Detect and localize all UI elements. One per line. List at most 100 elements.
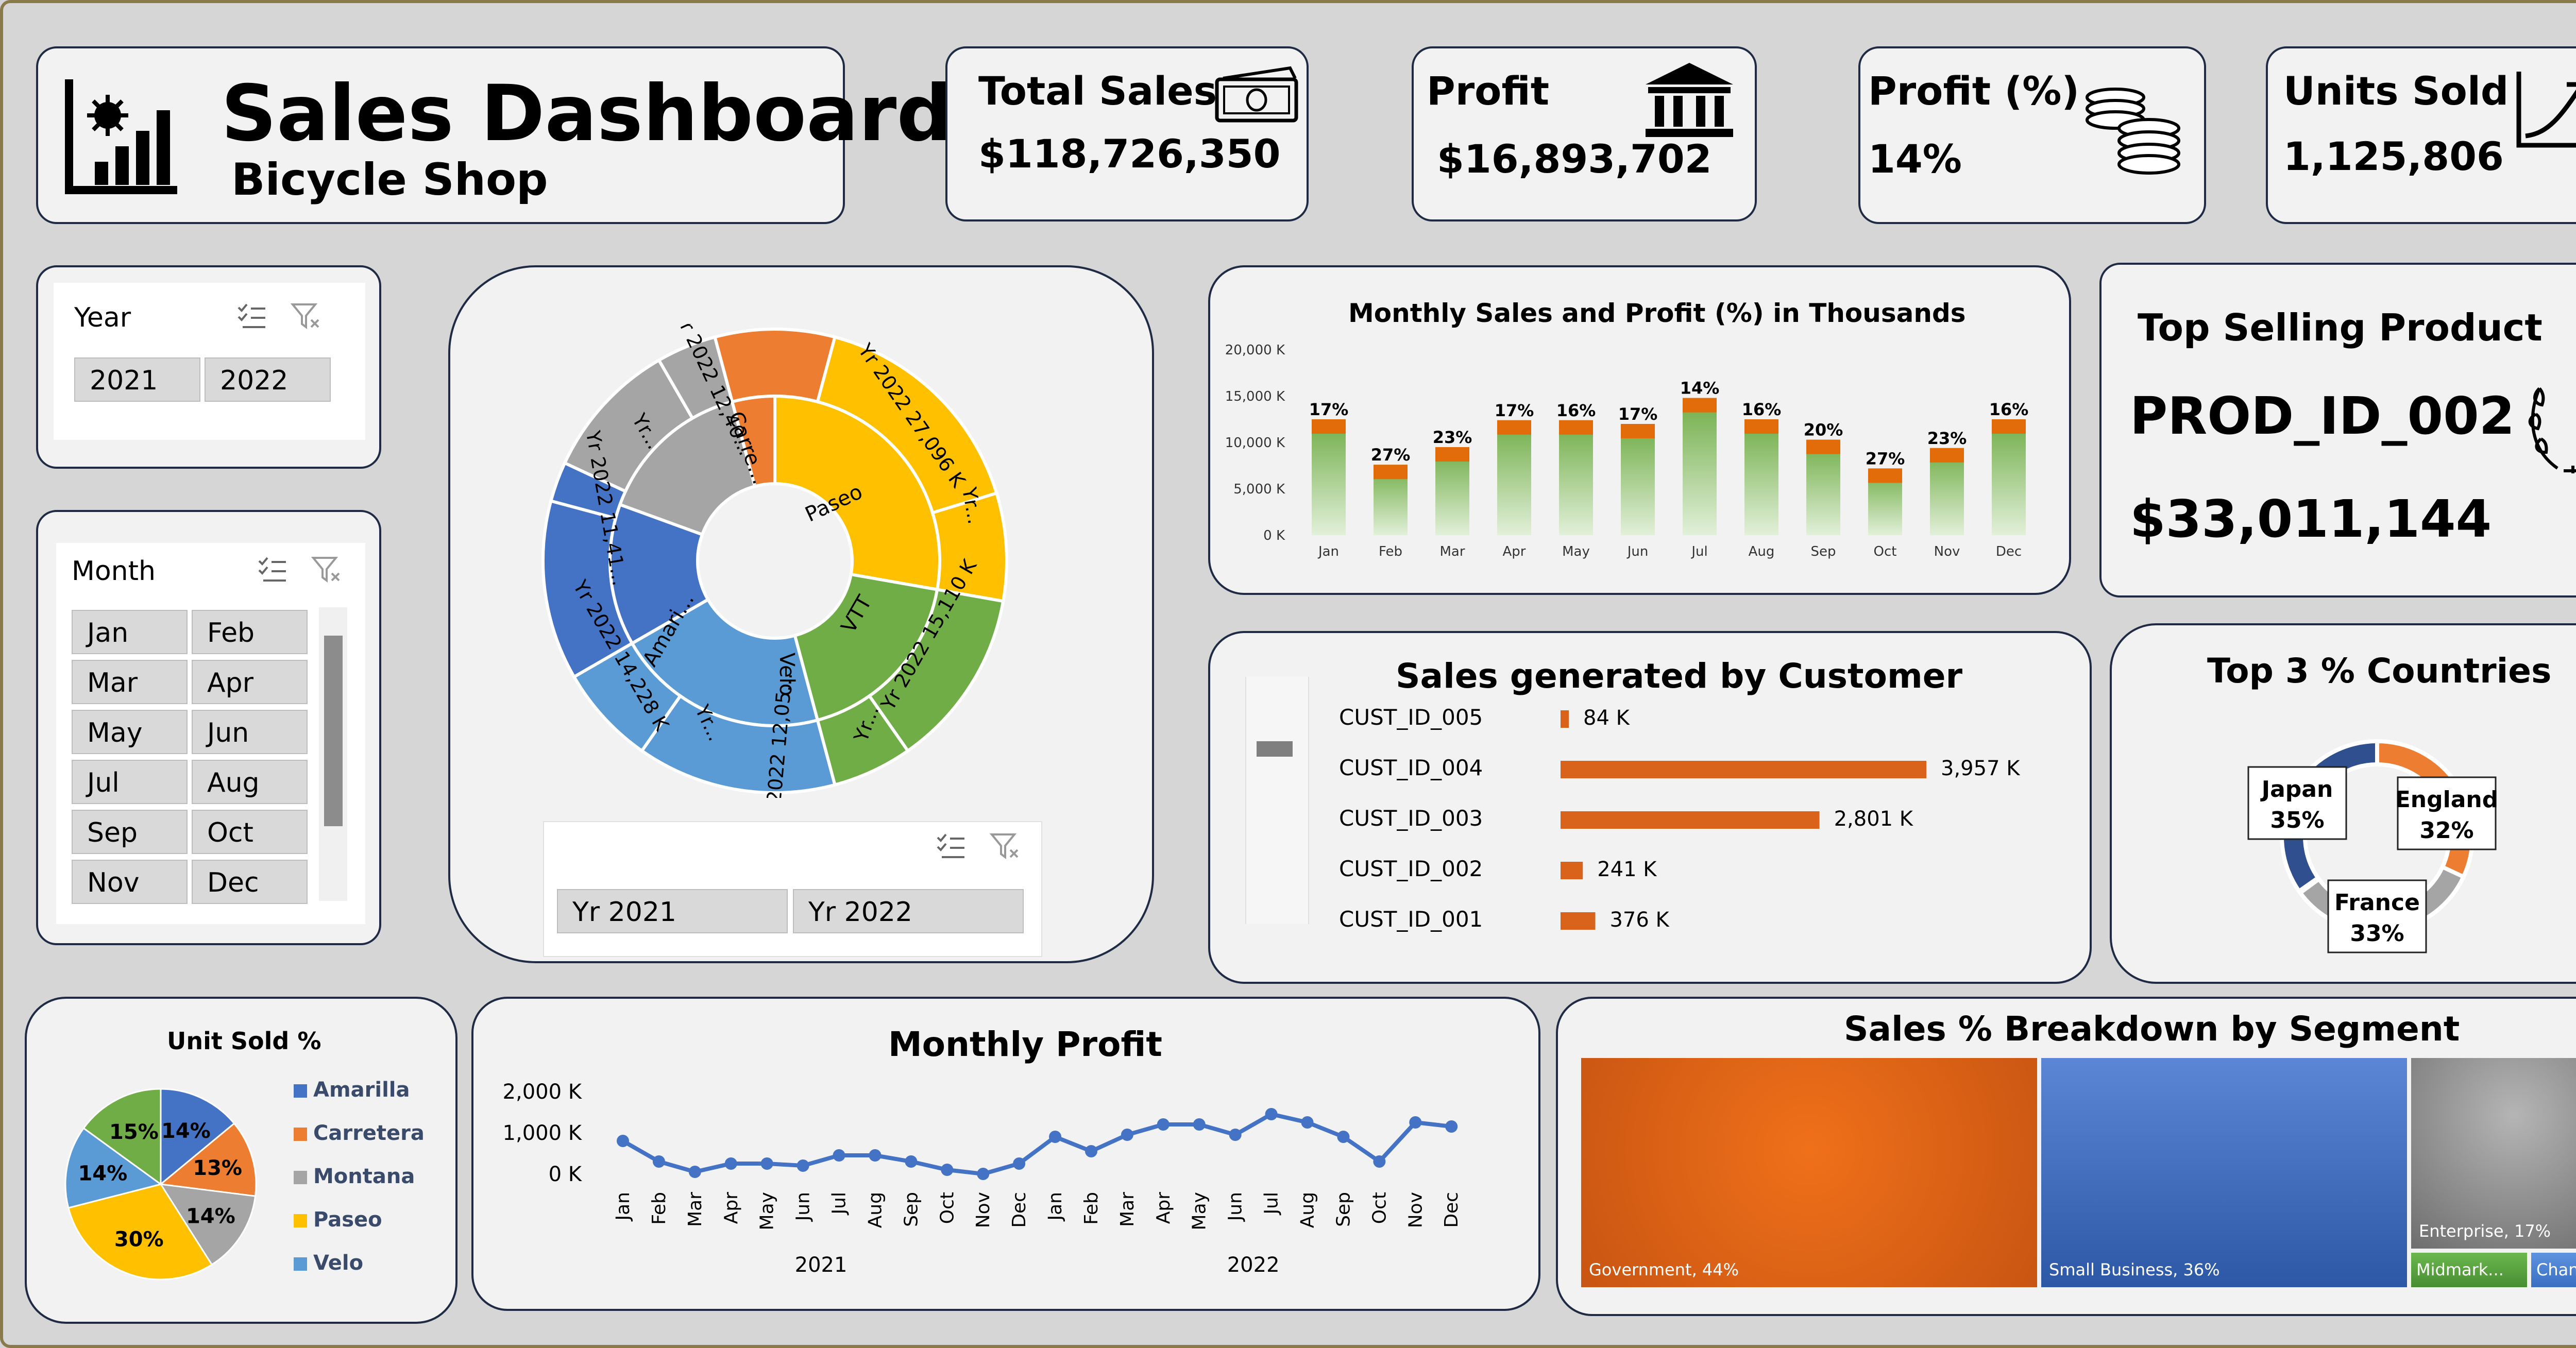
profit-point[interactable] xyxy=(1337,1131,1350,1143)
month-mar-button[interactable]: Mar xyxy=(72,660,188,704)
money-icon xyxy=(1215,66,1298,123)
segment-enterprise-label: Enterprise, 17% xyxy=(2419,1221,2551,1241)
profit-point[interactable] xyxy=(796,1159,809,1172)
profit-cap[interactable] xyxy=(1683,398,1717,413)
segment-small-business[interactable]: Small Business, 36% xyxy=(2041,1058,2407,1287)
clear-filter-icon[interactable] xyxy=(291,302,321,331)
header-panel: Sales Dashboard Bicycle Shop xyxy=(36,46,952,224)
profit-pct-label: 23% xyxy=(1927,429,1967,448)
profit-point[interactable] xyxy=(1121,1129,1133,1141)
sales-bar[interactable] xyxy=(1497,420,1531,535)
profit-point[interactable] xyxy=(1084,1145,1097,1157)
sales-bar[interactable] xyxy=(1312,419,1346,535)
profit-cap[interactable] xyxy=(1868,468,1902,483)
sales-bar[interactable] xyxy=(1621,424,1655,535)
multi-select-icon[interactable] xyxy=(236,302,267,331)
profit-point[interactable] xyxy=(1301,1116,1314,1129)
profit-cap[interactable] xyxy=(1621,424,1655,438)
profit-cap[interactable] xyxy=(1497,420,1531,435)
profit-point[interactable] xyxy=(1049,1131,1062,1143)
segment-midmarket[interactable]: Midmark... xyxy=(2411,1253,2527,1287)
y-tick-label: 1,000 K xyxy=(503,1121,583,1145)
month-jan-button[interactable]: Jan xyxy=(72,610,188,654)
month-sep-button[interactable]: Sep xyxy=(72,810,188,854)
clear-filter-icon[interactable] xyxy=(990,832,1021,861)
scrollbar-thumb[interactable] xyxy=(1257,741,1293,757)
segment-enterprise[interactable]: Enterprise, 17% xyxy=(2411,1058,2576,1249)
profit-point[interactable] xyxy=(1265,1108,1278,1120)
customer-bar[interactable] xyxy=(1561,710,1569,728)
profit-point[interactable] xyxy=(1409,1116,1422,1129)
month-feb-button[interactable]: Feb xyxy=(192,610,308,654)
profit-point[interactable] xyxy=(1193,1118,1206,1131)
profit-pct-label: 16% xyxy=(1742,400,1782,419)
segment-government[interactable]: Government, 44% xyxy=(1581,1058,2037,1287)
profit-point[interactable] xyxy=(688,1166,701,1178)
legend-label: Velo xyxy=(313,1251,363,1275)
x-tick-label: Oct xyxy=(1874,544,1897,559)
scrollbar-thumb[interactable] xyxy=(324,636,343,826)
yr-2022-button[interactable]: Yr 2022 xyxy=(793,889,1024,933)
monthly-profit-panel: Monthly Profit 0 K 1,000 K 2,000 K Jan Feb Ma… xyxy=(471,997,1540,1311)
x-tick-label: Dec xyxy=(1009,1192,1030,1228)
month-slicer-scrollbar[interactable] xyxy=(319,607,347,901)
multi-select-icon[interactable] xyxy=(936,832,967,861)
profit-point[interactable] xyxy=(833,1149,845,1162)
profit-point[interactable] xyxy=(1373,1155,1386,1168)
year-2022-button[interactable]: 2022 xyxy=(205,357,331,402)
profit-point[interactable] xyxy=(652,1155,665,1168)
multi-select-icon[interactable] xyxy=(257,556,288,584)
profit-point[interactable] xyxy=(1445,1120,1458,1133)
profit-point[interactable] xyxy=(941,1164,954,1176)
month-apr-button[interactable]: Apr xyxy=(192,660,308,704)
profit-cap[interactable] xyxy=(1374,465,1408,480)
year-slicer-title: Year xyxy=(74,302,131,333)
month-jul-button[interactable]: Jul xyxy=(72,760,188,804)
profit-point[interactable] xyxy=(869,1149,882,1162)
clear-filter-icon[interactable] xyxy=(311,556,342,584)
profit-cap[interactable] xyxy=(1435,447,1469,462)
x-tick-label: Nov xyxy=(1405,1192,1426,1228)
month-may-button[interactable]: May xyxy=(72,710,188,754)
profit-cap[interactable] xyxy=(1312,419,1346,434)
profit-cap[interactable] xyxy=(1992,419,2026,434)
customer-bar[interactable] xyxy=(1561,811,1820,829)
profit-cap[interactable] xyxy=(1559,420,1593,435)
profit-pct-label: 17% xyxy=(1309,400,1349,419)
month-jun-button[interactable]: Jun xyxy=(192,710,308,754)
year-2021-button[interactable]: 2021 xyxy=(74,357,200,402)
customer-bar[interactable] xyxy=(1561,761,1926,778)
unit-slice-label: 14% xyxy=(186,1204,235,1228)
profit-point[interactable] xyxy=(905,1155,918,1168)
month-aug-button[interactable]: Aug xyxy=(192,760,308,804)
x-tick-label: Apr xyxy=(1503,544,1526,559)
profit-point[interactable] xyxy=(1013,1157,1026,1170)
profit-point[interactable] xyxy=(1157,1118,1170,1131)
customer-bar[interactable] xyxy=(1561,862,1583,879)
customer-bar[interactable] xyxy=(1561,912,1596,930)
customer-value-label: 3,957 K xyxy=(1941,757,2021,780)
profit-point[interactable] xyxy=(617,1135,629,1147)
sales-bar[interactable] xyxy=(1559,420,1593,535)
yr-2021-button[interactable]: Yr 2021 xyxy=(557,889,788,933)
x-tick-label: Feb xyxy=(1379,544,1402,559)
profit-line xyxy=(622,1112,1452,1176)
segment-channel-partners[interactable]: Chann... xyxy=(2531,1253,2576,1287)
profit-cap[interactable] xyxy=(1744,419,1778,434)
profit-cap[interactable] xyxy=(1930,448,1964,463)
x-tick-label: Sep xyxy=(901,1192,922,1227)
month-oct-button[interactable]: Oct xyxy=(192,810,308,854)
sales-bar[interactable] xyxy=(1992,419,2026,535)
profit-point[interactable] xyxy=(977,1168,990,1180)
sales-bar[interactable] xyxy=(1744,419,1778,535)
sunburst-outer-segment[interactable] xyxy=(713,328,837,404)
sales-bar[interactable] xyxy=(1683,398,1717,535)
customers-scrollbar[interactable] xyxy=(1245,677,1309,924)
month-nov-button[interactable]: Nov xyxy=(72,860,188,904)
profit-cap[interactable] xyxy=(1806,439,1840,454)
profit-point[interactable] xyxy=(724,1157,737,1170)
profit-point[interactable] xyxy=(1229,1129,1242,1141)
month-dec-button[interactable]: Dec xyxy=(192,860,308,904)
profit-point[interactable] xyxy=(760,1157,773,1170)
year-group-label: 2021 xyxy=(795,1253,848,1277)
